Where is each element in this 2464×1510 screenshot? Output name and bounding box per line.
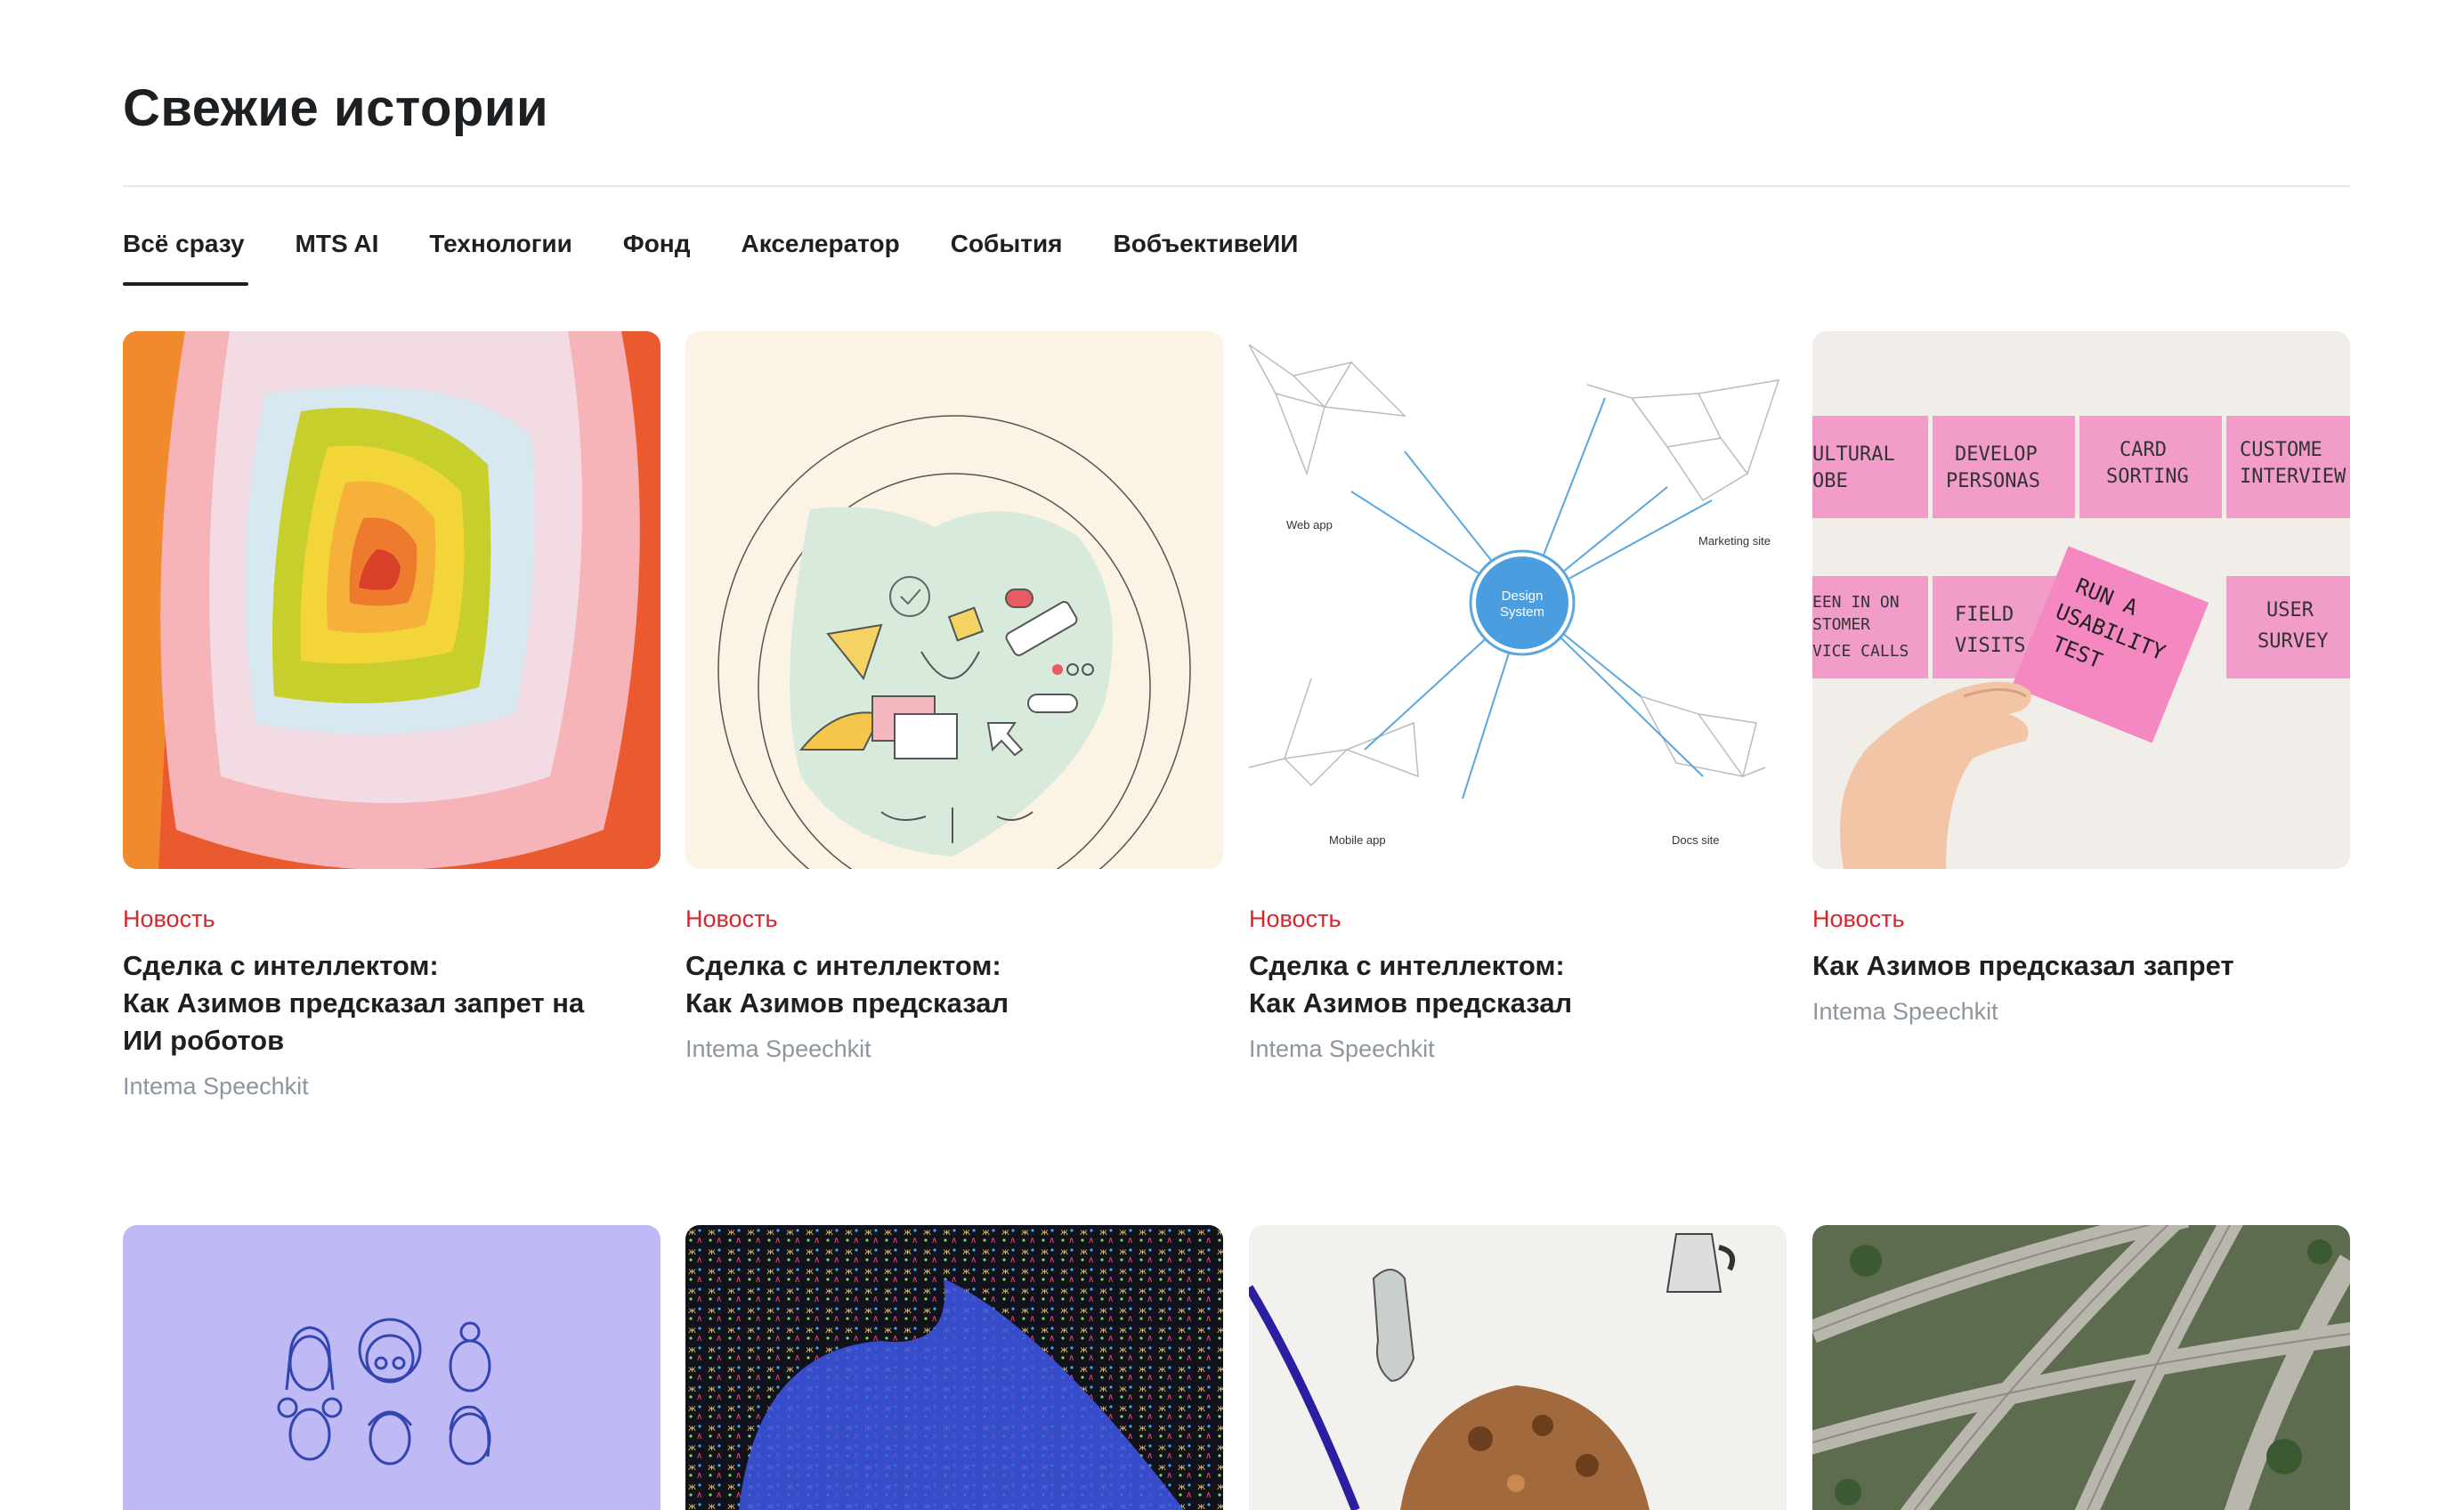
story-card[interactable] [1812,1225,2350,1510]
note-text: VISITS [1955,635,2025,657]
story-author: Intema Speechkit [123,1073,309,1100]
note-text: STOMER [1812,615,1870,634]
story-image-pattern[interactable]: ж ∧ [685,1225,1223,1510]
story-card[interactable]: Design System Web app Marketing site Mob… [1249,331,1787,1065]
story-tag: Новость [123,905,215,932]
tab-mts-ai[interactable]: MTS AI [296,223,379,285]
tab-events[interactable]: События [951,223,1063,285]
story-author: Intema Speechkit [685,1035,871,1062]
mobile-app-label: Mobile app [1329,833,1386,847]
story-image-highway[interactable] [1812,1225,2350,1510]
story-card[interactable]: Новость Сделка с интеллектом: Как Азимов… [123,331,661,1102]
story-title[interactable]: Сделка с интеллектом: Как Азимов предска… [685,947,1223,1022]
story-tag: Новость [1249,905,1341,932]
story-author: Intema Speechkit [1249,1035,1435,1062]
marketing-site-label: Marketing site [1698,534,1771,548]
note-text: USER [2266,599,2314,621]
title-divider [123,185,2350,187]
tab-all[interactable]: Всё сразу [123,223,248,286]
category-tabs: Всё сразу MTS AI Технологии Фонд Акселер… [123,223,1349,286]
note-text: SORTING [2106,466,2189,488]
story-tag: Новость [685,905,778,932]
story-card[interactable]: ULTURAL OBE DEVELOP PERSONAS CARD SORTIN… [1812,331,2350,1027]
note-text: EEN IN ON [1812,593,1900,612]
note-text: INTERVIEW [2240,466,2346,488]
story-tag: Новость [1812,905,1905,932]
tab-ai-in-focus[interactable]: ВобъективеИИ [1114,223,1299,285]
note-text: FIELD [1955,604,2014,626]
story-card[interactable]: ж ∧ [685,1225,1223,1510]
tab-accelerator[interactable]: Акселератор [741,223,899,285]
design-system-label: Design [1502,589,1544,604]
docs-site-label: Docs site [1672,833,1719,847]
page-title: Свежие истории [123,79,549,137]
web-app-label: Web app [1286,518,1333,532]
note-text: ULTURAL [1812,443,1895,466]
design-system-label: System [1500,605,1544,620]
story-card[interactable]: Новость Сделка с интеллектом: Как Азимов… [685,331,1223,1065]
story-title[interactable]: Сделка с интеллектом: Как Азимов предска… [1249,947,1787,1022]
note-text: DEVELOP [1955,443,2038,466]
story-image-cookie[interactable] [1249,1225,1787,1510]
story-image-abstract-shapes[interactable] [123,331,661,869]
note-text: CARD [2120,439,2167,461]
story-author: Intema Speechkit [1812,998,1998,1025]
note-text: SURVEY [2257,630,2328,653]
story-image-sticky-notes[interactable]: ULTURAL OBE DEVELOP PERSONAS CARD SORTIN… [1812,331,2350,869]
note-text: PERSONAS [1946,470,2040,492]
note-text: VICE CALLS [1812,642,1909,661]
note-text: OBE [1812,470,1848,492]
tab-fund[interactable]: Фонд [623,223,691,285]
story-image-design-system[interactable]: Design System Web app Marketing site Mob… [1249,331,1787,869]
story-card[interactable] [1249,1225,1787,1510]
note-text: CUSTOME [2240,439,2322,461]
story-card[interactable] [123,1225,661,1510]
story-title[interactable]: Как Азимов предсказал запрет [1812,947,2350,985]
story-image-faces[interactable] [123,1225,661,1510]
tab-technologies[interactable]: Технологии [429,223,571,285]
story-image-design-tools[interactable] [685,331,1223,869]
story-title[interactable]: Сделка с интеллектом: Как Азимов предска… [123,947,661,1059]
